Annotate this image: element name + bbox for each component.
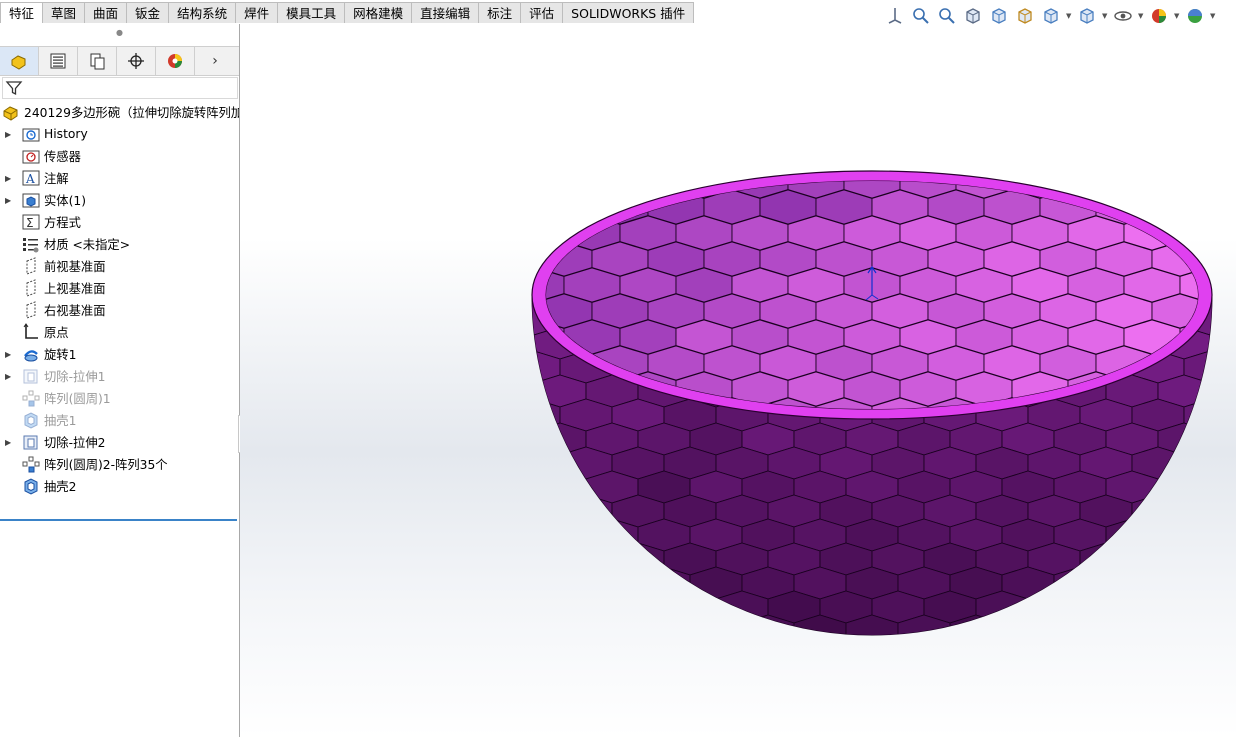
feature-tree: 240129多边形碗（拉伸切除旋转阵列加 ▶ History 传感器 ▶ A 注解 ▶ 实体(1… bbox=[0, 101, 239, 497]
tree-item[interactable]: ▶ History bbox=[0, 123, 239, 145]
tree-item[interactable]: ▶ A 注解 bbox=[0, 167, 239, 189]
tree-item[interactable]: 材质 <未指定> bbox=[0, 233, 239, 255]
dropdown-arrow-icon[interactable]: ▼ bbox=[1066, 12, 1072, 20]
tab-5[interactable]: 焊件 bbox=[235, 2, 279, 23]
tree-item-label: 上视基准面 bbox=[44, 282, 106, 296]
expand-arrow-icon[interactable]: ▶ bbox=[5, 372, 13, 381]
revolve-icon bbox=[22, 345, 40, 363]
tree-item-label: 传感器 bbox=[44, 150, 81, 164]
tree-item-label: 注解 bbox=[44, 172, 69, 186]
expand-arrow-icon[interactable]: ▶ bbox=[5, 196, 13, 205]
tab-8[interactable]: 直接编辑 bbox=[411, 2, 480, 23]
dimxpertmanager-icon[interactable] bbox=[117, 47, 156, 75]
tree-item[interactable]: ▶ 实体(1) bbox=[0, 189, 239, 211]
tree-item[interactable]: 前视基准面 bbox=[0, 255, 239, 277]
tree-root-part[interactable]: 240129多边形碗（拉伸切除旋转阵列加 bbox=[0, 101, 239, 123]
expand-arrow-icon[interactable]: ▶ bbox=[5, 438, 13, 447]
tree-item[interactable]: 阵列(圆周)2-阵列35个 bbox=[0, 453, 239, 475]
plane-icon bbox=[22, 279, 40, 297]
part-icon bbox=[2, 103, 20, 121]
sensors-folder-icon bbox=[22, 147, 40, 165]
shell-icon bbox=[22, 477, 40, 495]
tab-4[interactable]: 结构系统 bbox=[168, 2, 237, 23]
svg-text:Σ: Σ bbox=[26, 216, 34, 230]
expand-arrow-icon[interactable]: ▶ bbox=[5, 130, 13, 139]
tab-1[interactable]: 草图 bbox=[42, 2, 86, 23]
command-manager: 特征 草图 曲面 钣金 结构系统 焊件 模具工具 网格建模 直接编辑 标注 评估 SOLIDWORKS… bbox=[0, 0, 1236, 24]
tree-item[interactable]: 抽壳2 bbox=[0, 475, 239, 497]
tree-item-label: 旋转1 bbox=[44, 348, 77, 362]
tree-item-label: 阵列(圆周)2-阵列35个 bbox=[44, 458, 168, 472]
configurationmanager-icon[interactable] bbox=[78, 47, 117, 75]
dropdown-arrow-icon[interactable]: ▼ bbox=[1138, 12, 1144, 20]
dropdown-arrow-icon[interactable]: ▼ bbox=[1174, 12, 1180, 20]
tree-root-label: 240129多边形碗（拉伸切除旋转阵列加 bbox=[24, 106, 239, 120]
tree-item[interactable]: 传感器 bbox=[0, 145, 239, 167]
tree-item[interactable]: ▶ 切除-拉伸1 bbox=[0, 365, 239, 387]
svg-text:A: A bbox=[25, 172, 35, 186]
tree-item-label: 右视基准面 bbox=[44, 304, 106, 318]
pane-grip[interactable]: ● bbox=[0, 28, 239, 40]
tab-11[interactable]: SOLIDWORKS 插件 bbox=[562, 2, 695, 23]
tree-item-label: 前视基准面 bbox=[44, 260, 106, 274]
featuremanager-icon[interactable] bbox=[0, 47, 39, 75]
tree-item-label: 原点 bbox=[44, 326, 69, 340]
bowl-model[interactable] bbox=[240, 24, 1236, 737]
cut-extrude-icon bbox=[22, 367, 40, 385]
cut-extrude-icon bbox=[22, 433, 40, 451]
command-tabs: 特征 草图 曲面 钣金 结构系统 焊件 模具工具 网格建模 直接编辑 标注 评估 SOLIDWORKS… bbox=[0, 2, 695, 24]
tree-item-label: 材质 <未指定> bbox=[44, 238, 131, 252]
tree-item[interactable]: 右视基准面 bbox=[0, 299, 239, 321]
tree-item[interactable]: Σ 方程式 bbox=[0, 211, 239, 233]
tree-item[interactable]: 抽壳1 bbox=[0, 409, 239, 431]
material-icon bbox=[22, 235, 40, 253]
rollback-bar[interactable] bbox=[0, 519, 237, 521]
shell-icon bbox=[22, 411, 40, 429]
plane-icon bbox=[22, 257, 40, 275]
annotations-icon: A bbox=[22, 169, 40, 187]
expand-arrow-icon[interactable]: ▶ bbox=[5, 350, 13, 359]
tree-item[interactable]: ▶ 切除-拉伸2 bbox=[0, 431, 239, 453]
tree-item-label: 切除-拉伸2 bbox=[44, 436, 106, 450]
tab-0[interactable]: 特征 bbox=[0, 2, 44, 23]
filter-icon[interactable] bbox=[5, 79, 23, 97]
equations-icon: Σ bbox=[22, 213, 40, 231]
expand-arrow-icon[interactable]: ▶ bbox=[5, 174, 13, 183]
tab-10[interactable]: 评估 bbox=[520, 2, 564, 23]
tree-item-label: 抽壳2 bbox=[44, 480, 77, 494]
dropdown-arrow-icon[interactable]: ▼ bbox=[1102, 12, 1108, 20]
tree-item[interactable]: 阵列(圆周)1 bbox=[0, 387, 239, 409]
solid-bodies-icon bbox=[22, 191, 40, 209]
tab-3[interactable]: 钣金 bbox=[126, 2, 170, 23]
tab-7[interactable]: 网格建模 bbox=[344, 2, 413, 23]
tab-9[interactable]: 标注 bbox=[478, 2, 522, 23]
circular-pattern-icon bbox=[22, 389, 40, 407]
tree-item-label: 方程式 bbox=[44, 216, 81, 230]
tree-item-label: History bbox=[44, 127, 88, 141]
history-folder-icon bbox=[22, 125, 40, 143]
tree-item-label: 切除-拉伸1 bbox=[44, 370, 106, 384]
dropdown-arrow-icon[interactable]: ▼ bbox=[1210, 12, 1216, 20]
circular-pattern-icon bbox=[22, 455, 40, 473]
tree-item[interactable]: 上视基准面 bbox=[0, 277, 239, 299]
tree-filter[interactable] bbox=[2, 77, 238, 99]
feature-manager-pane: ● › 240129多边形碗（拉伸切除旋转阵列加 ▶ History 传感器 ▶ A 注解 ▶… bbox=[0, 24, 240, 737]
plane-icon bbox=[22, 301, 40, 319]
chevron-right-icon[interactable]: › bbox=[195, 47, 235, 75]
graphics-area[interactable] bbox=[240, 24, 1236, 737]
tree-item-label: 抽壳1 bbox=[44, 414, 77, 428]
tree-item[interactable]: ▶ 旋转1 bbox=[0, 343, 239, 365]
tab-2[interactable]: 曲面 bbox=[84, 2, 128, 23]
displaymanager-icon[interactable] bbox=[156, 47, 195, 75]
propertymanager-icon[interactable] bbox=[39, 47, 78, 75]
tab-6[interactable]: 模具工具 bbox=[277, 2, 346, 23]
tree-item-label: 实体(1) bbox=[44, 194, 87, 208]
tree-item-label: 阵列(圆周)1 bbox=[44, 392, 111, 406]
manager-tabs: › bbox=[0, 46, 239, 76]
tree-item[interactable]: 原点 bbox=[0, 321, 239, 343]
origin-icon bbox=[22, 323, 40, 341]
